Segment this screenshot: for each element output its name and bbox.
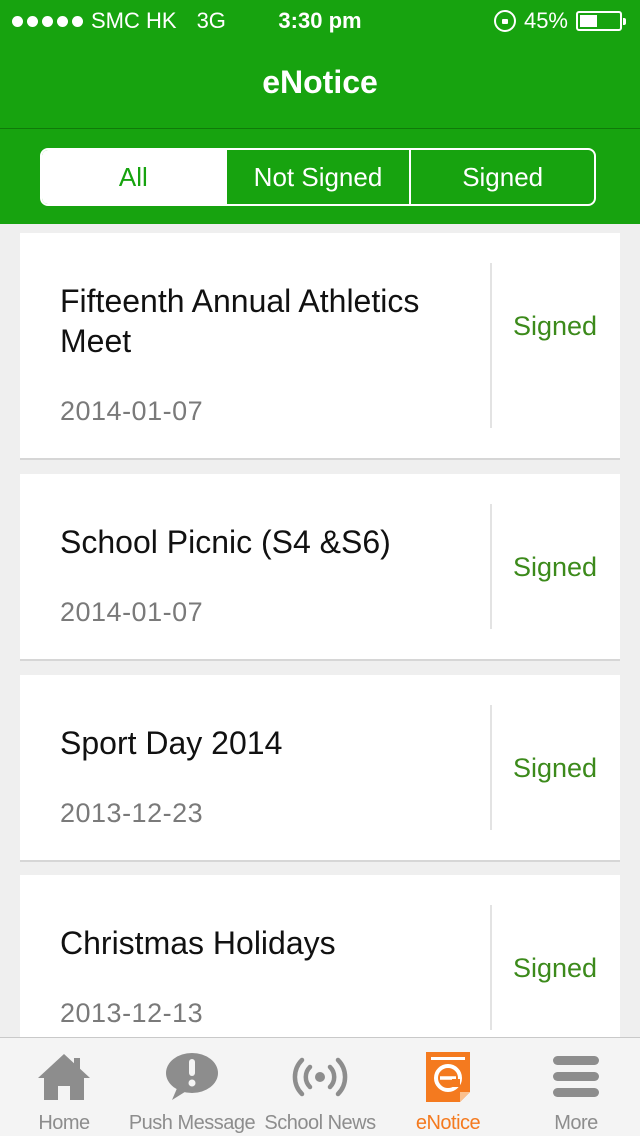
speech-bubble-icon — [166, 1053, 218, 1100]
notice-title: Christmas Holidays — [60, 925, 336, 961]
battery-percent: 45% — [523, 8, 568, 33]
menu-icon — [553, 1056, 599, 1097]
battery-fill — [580, 15, 597, 27]
filter-segmented-control: All Not Signed Signed — [40, 148, 596, 206]
notice-title: School Picnic (S4 &S6) — [60, 524, 391, 560]
status-right: 45% — [493, 8, 626, 34]
notice-date: 2013-12-23 — [60, 798, 204, 828]
tab-home[interactable]: Home — [0, 1038, 128, 1136]
nav-divider — [0, 128, 640, 129]
tab-enotice[interactable]: eNotice — [384, 1038, 512, 1136]
notice-title: Fifteenth Annual Athletics Meet — [60, 283, 420, 359]
notice-date: 2014-01-07 — [60, 597, 204, 627]
tab-bar: Home Push Message School News eNotice Mo… — [0, 1037, 640, 1136]
tab-label: School News — [264, 1112, 376, 1134]
top-bar: SMC HK 3G 3:30 pm 45% eNotice All Not Si… — [0, 0, 640, 224]
tab-label: Push Message — [128, 1112, 256, 1134]
notice-status: Signed — [512, 953, 598, 983]
notice-card[interactable]: Fifteenth Annual Athletics Meet 2014-01-… — [20, 233, 620, 460]
notice-document-icon — [426, 1052, 470, 1102]
rotation-lock-icon — [493, 10, 516, 32]
notice-status: Signed — [512, 753, 598, 783]
home-icon — [38, 1054, 90, 1100]
tab-push-message[interactable]: Push Message — [128, 1038, 256, 1136]
notice-status: Signed — [512, 311, 598, 341]
segment-not-signed[interactable]: Not Signed — [224, 150, 410, 204]
notice-card[interactable]: Sport Day 2014 2013-12-23 Signed — [20, 675, 620, 862]
notice-card[interactable]: School Picnic (S4 &S6) 2014-01-07 Signed — [20, 474, 620, 661]
tab-label: eNotice — [415, 1112, 481, 1134]
segment-all[interactable]: All — [42, 150, 225, 204]
notice-list[interactable]: Fifteenth Annual Athletics Meet 2014-01-… — [20, 233, 620, 1037]
tab-label: More — [554, 1112, 598, 1134]
notice-date: 2014-01-07 — [60, 396, 204, 426]
notice-date: 2013-12-13 — [60, 998, 204, 1028]
tab-more[interactable]: More — [512, 1038, 640, 1136]
notice-card[interactable]: Christmas Holidays 2013-12-13 Signed — [20, 875, 620, 1037]
broadcast-icon — [292, 1057, 348, 1097]
notice-title: Sport Day 2014 — [60, 725, 283, 761]
card-divider — [490, 263, 492, 428]
notice-status: Signed — [512, 552, 598, 582]
tab-label: Home — [38, 1112, 90, 1134]
segment-signed[interactable]: Signed — [409, 150, 594, 204]
page-title: eNotice — [262, 64, 378, 100]
tab-school-news[interactable]: School News — [256, 1038, 384, 1136]
battery-icon — [576, 11, 626, 31]
status-bar: SMC HK 3G 3:30 pm 45% — [0, 0, 640, 40]
